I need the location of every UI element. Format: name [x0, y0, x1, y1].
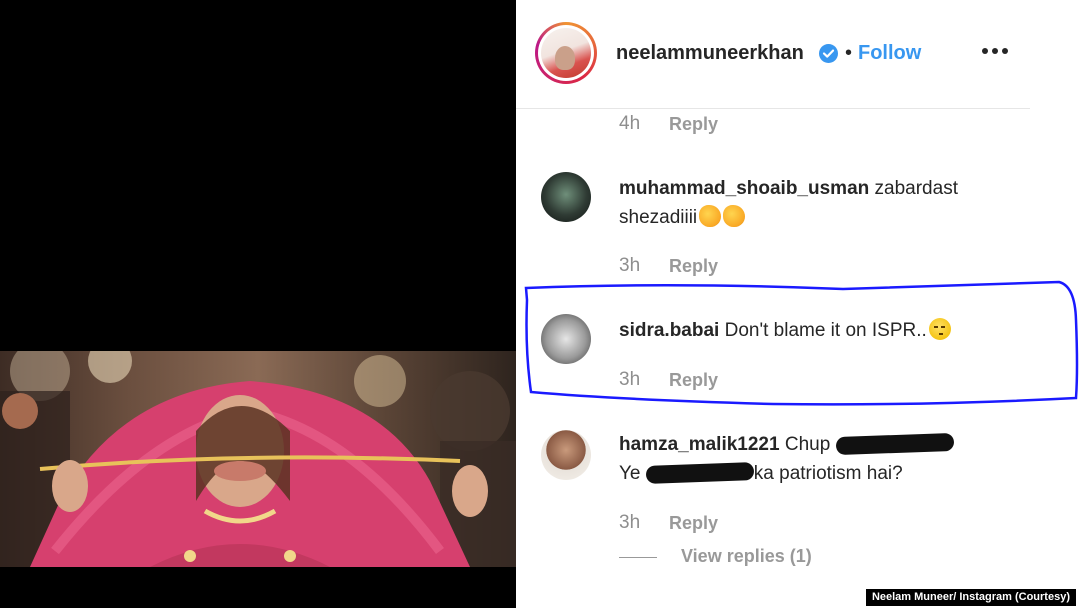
more-options-icon[interactable] — [982, 48, 1008, 56]
view-replies-label: View replies (1) — [681, 546, 812, 566]
clapping-hands-icon — [699, 205, 722, 227]
redaction-scribble — [645, 462, 755, 484]
commenter-avatar[interactable] — [541, 314, 591, 364]
comment-text-line1: Chup — [784, 434, 831, 455]
reply-button[interactable]: Reply — [669, 256, 718, 277]
comment-meta: 4h Reply — [619, 113, 718, 135]
verified-badge-icon — [819, 44, 838, 63]
comment-time: 4h — [619, 113, 641, 134]
video-still-illustration — [0, 351, 516, 567]
redaction-scribble — [835, 432, 954, 456]
commenter-username[interactable]: muhammad_shoaib_usman — [619, 178, 869, 199]
clapping-hands-icon — [723, 205, 746, 227]
header-separator: • — [845, 42, 853, 64]
profile-username[interactable]: neelammuneerkhan — [616, 42, 804, 65]
reply-button[interactable]: Reply — [669, 114, 718, 135]
commenter-username[interactable]: hamza_malik1221 — [619, 434, 780, 455]
comment-body: hamza_malik1221 Chup Ye ka patriotism ha… — [619, 430, 1019, 488]
comment-time: 3h — [619, 512, 641, 533]
comment-meta: 3h Reply — [619, 512, 718, 534]
comment-time: 3h — [619, 255, 641, 276]
view-replies-line — [619, 556, 657, 558]
comment-time: 3h — [619, 369, 641, 390]
commenter-avatar[interactable] — [541, 172, 591, 222]
reply-button[interactable]: Reply — [669, 370, 718, 391]
view-replies-button[interactable]: View replies (1) — [619, 546, 812, 567]
profile-avatar[interactable] — [535, 22, 597, 84]
comment-text-line2-prefix: Ye — [619, 463, 641, 484]
reply-button[interactable]: Reply — [669, 513, 718, 534]
comment-text: Don't blame it on ISPR.. — [724, 320, 927, 341]
image-credit: Neelam Muneer/ Instagram (Courtesy) — [865, 589, 1076, 606]
post-media[interactable] — [0, 0, 516, 608]
commenter-username[interactable]: sidra.babai — [619, 320, 719, 341]
follow-button[interactable]: Follow — [858, 42, 921, 65]
comment-text-line2-suffix: ka patriotism hai? — [753, 463, 903, 484]
smirking-face-icon — [928, 318, 951, 340]
comments-panel: neelammuneerkhan • Follow 4h Reply muham… — [516, 0, 1080, 608]
comment-meta: 3h Reply — [619, 369, 718, 391]
post-header: neelammuneerkhan • Follow — [516, 0, 1030, 109]
comment-body: muhammad_shoaib_usman zabardast shezadii… — [619, 174, 1019, 232]
comment-body: sidra.babai Don't blame it on ISPR.. — [619, 316, 1019, 345]
video-frame[interactable] — [0, 351, 516, 567]
comment-meta: 3h Reply — [619, 255, 718, 277]
commenter-avatar[interactable] — [541, 430, 591, 480]
